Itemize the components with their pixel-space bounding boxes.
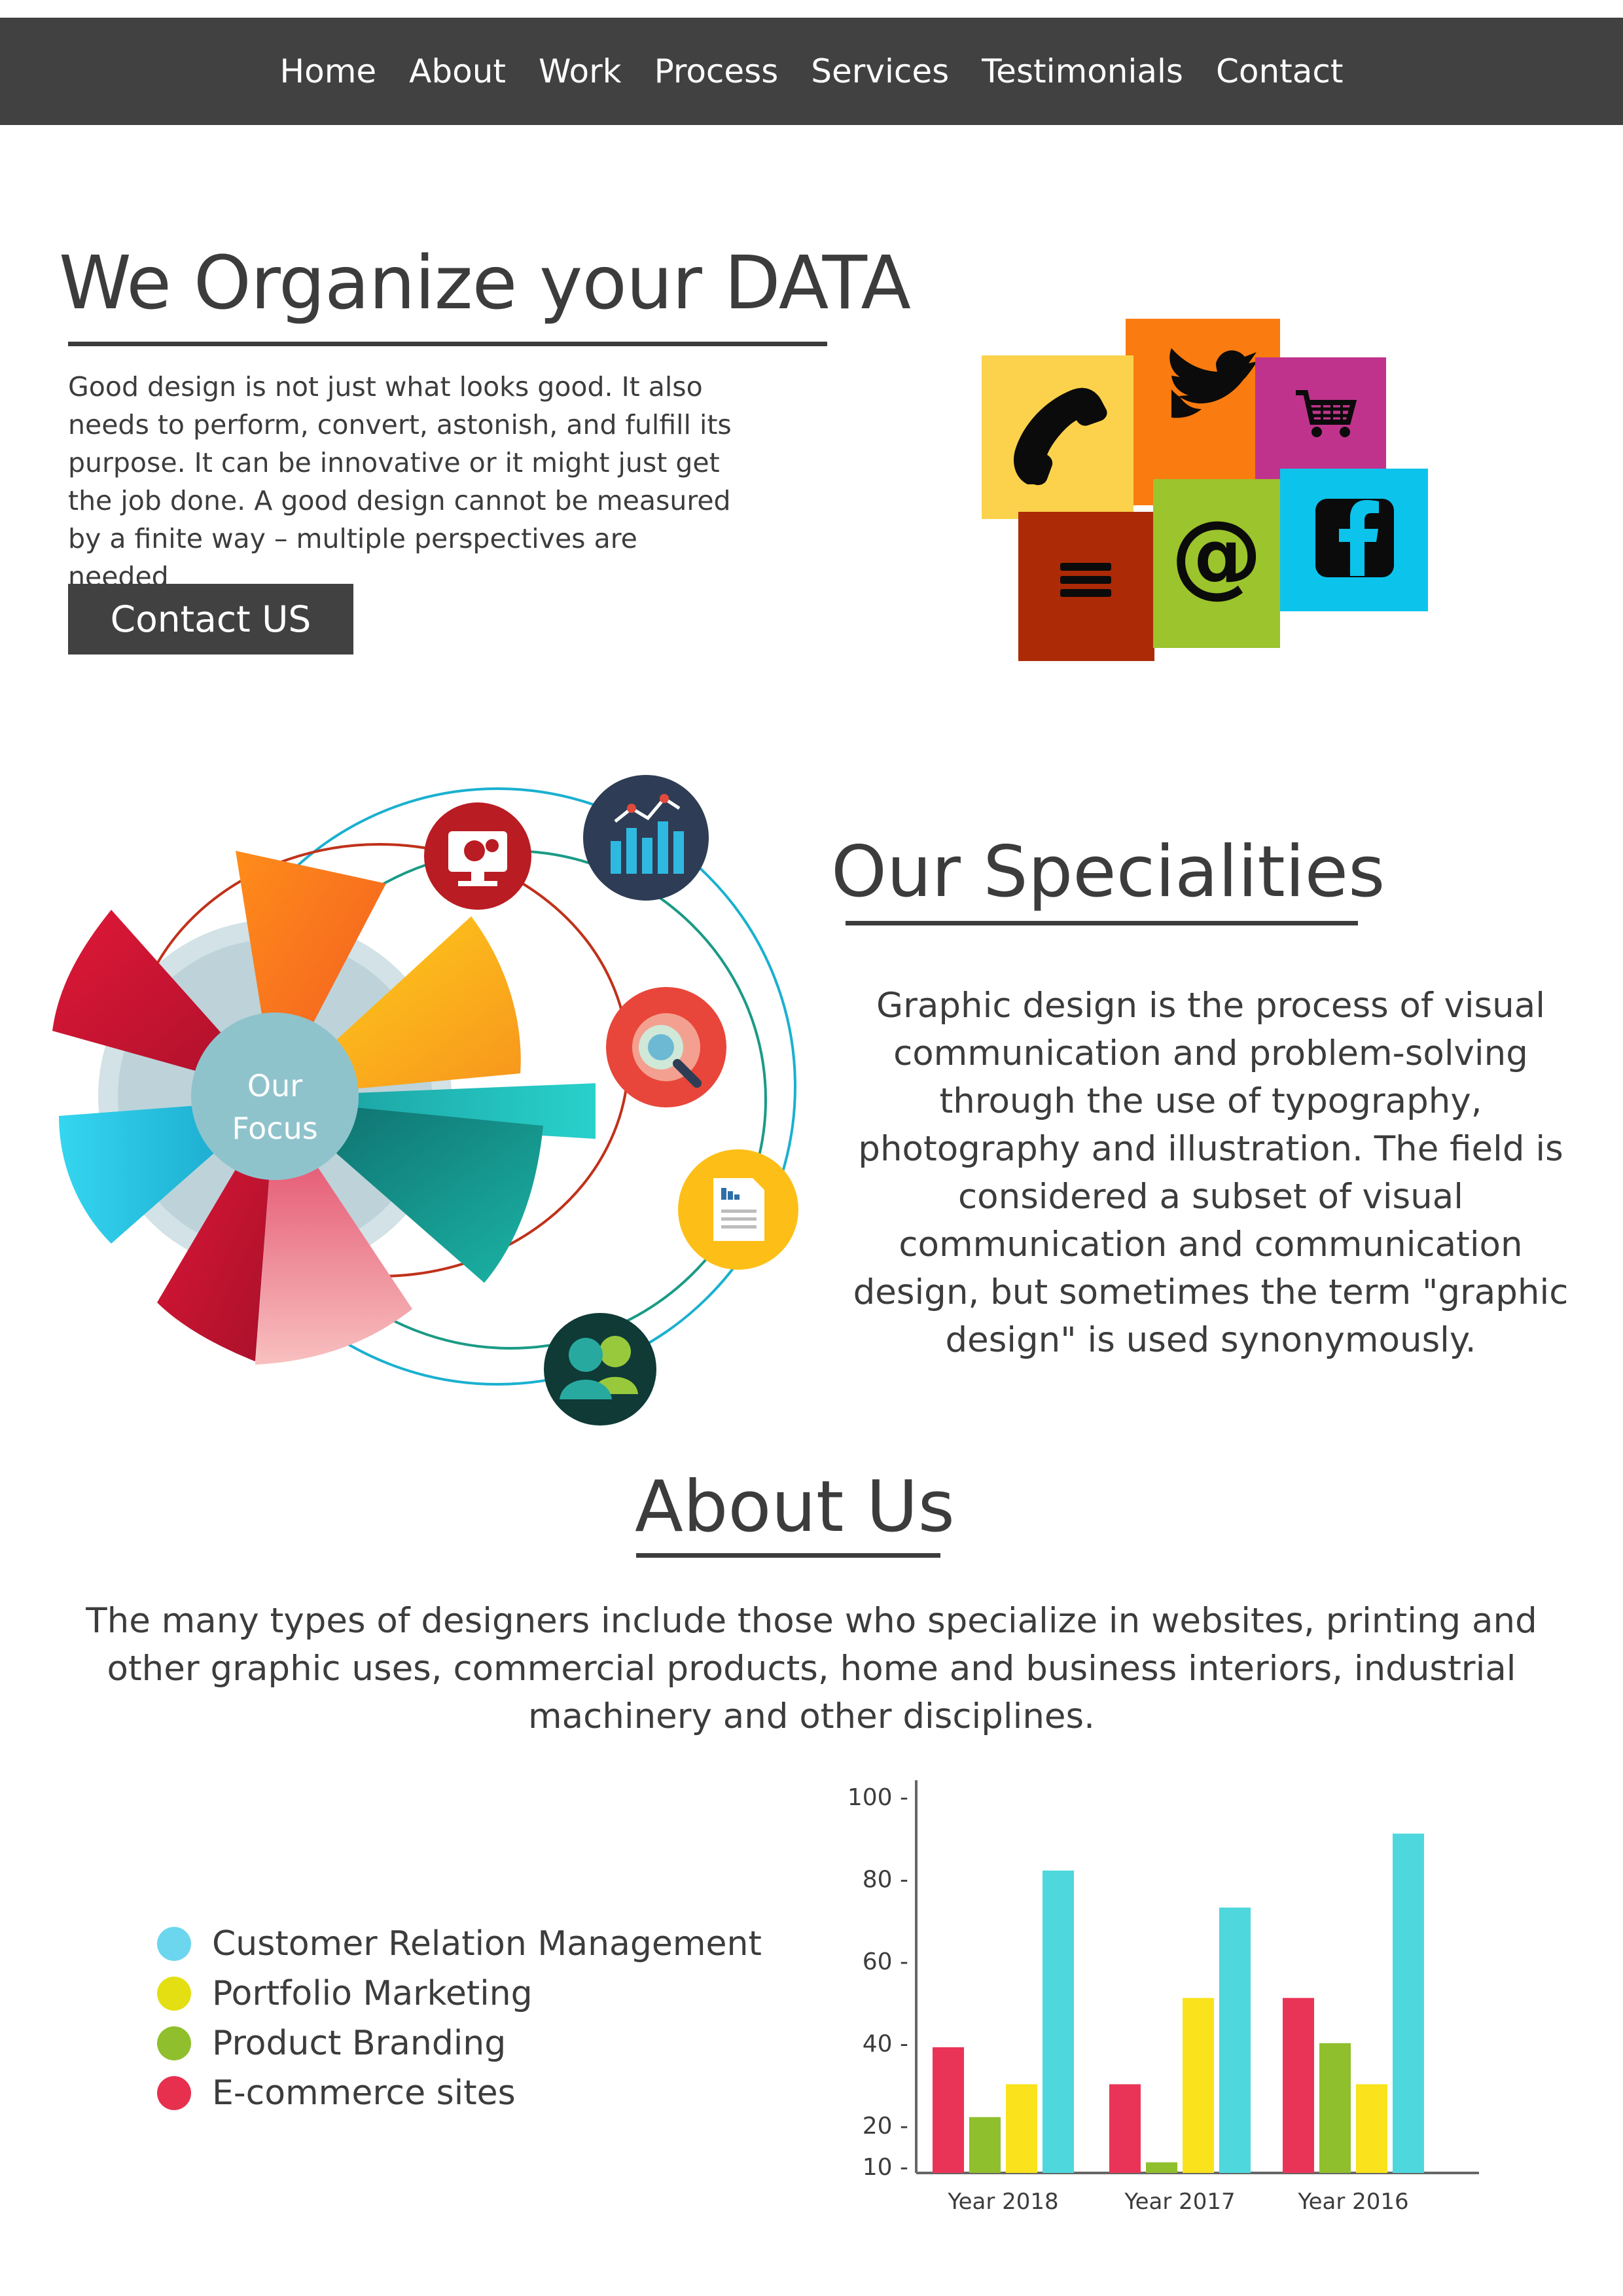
chart-bar [1219,1907,1251,2173]
legend-label: Portfolio Marketing [212,1974,533,2013]
legend-dot [157,1977,191,2011]
about-title-underline [636,1553,940,1558]
document-icon [678,1149,798,1270]
legend-dot [157,1927,191,1961]
chart-y-tick-label: 60 - [863,1948,908,1975]
chart-bar [933,2047,964,2173]
chart-x-tick-label: Year 2018 [947,2189,1058,2215]
chart-bar [1146,2162,1177,2173]
chart-bar [1356,2084,1387,2173]
nav-item-about[interactable]: About [408,52,507,90]
legend-dot [157,2026,191,2060]
chart-y-tick-label: 80 - [863,1867,908,1893]
social-tiles-graphic: @ [982,319,1428,661]
services-bar-chart: 100 - 80 - 60 - 40 - 20 - 10 - Year 2018 Year 2… [847,1780,1479,2215]
specialities-title: Our Specialities [831,831,1385,913]
chart-bar [1319,2043,1351,2173]
at-icon[interactable]: @ [1153,479,1280,648]
legend-item: Portfolio Marketing [157,1969,798,2018]
legend-label: Product Branding [212,2024,507,2063]
about-title: About Us [635,1466,955,1548]
our-focus-graphic: Our Focus [52,775,798,1426]
chart-bar [1183,1998,1214,2173]
legend-item: Product Branding [157,2018,798,2068]
contact-us-button[interactable]: Contact US [68,584,353,655]
chart-y-tick-label: 40 - [863,2031,908,2058]
chart-y-tick-label: 100 - [847,1784,908,1811]
chart-legend: Customer Relation Management Portfolio Ma… [157,1919,798,2118]
settings-monitor-icon [424,802,531,910]
chart-bar [1393,1833,1424,2173]
phone-icon[interactable] [982,355,1133,519]
legend-item: E-commerce sites [157,2068,798,2118]
legend-label: E-commerce sites [212,2073,516,2113]
hero-title-underline [68,342,827,346]
bar-chart-icon [583,775,709,901]
svg-text:@: @ [1171,501,1262,608]
legend-item: Customer Relation Management [157,1919,798,1969]
facebook-icon[interactable] [1280,469,1428,611]
chart-bar [1006,2084,1037,2173]
nav-menu: Home About Work Process Services Testimonials… [0,18,1623,125]
menu-icon[interactable] [1018,512,1154,661]
focus-center-line1: Our [247,1068,302,1103]
specialities-description: Graphic design is the process of visual … [853,986,1569,1360]
legend-label: Customer Relation Management [212,1924,762,1964]
legend-dot [157,2076,191,2110]
chart-y-tick-label: 20 - [863,2113,908,2140]
specialities-title-underline [846,921,1358,925]
chart-x-tick-label: Year 2016 [1297,2189,1408,2215]
chart-bar [1043,1871,1074,2173]
hero-description: Good design is not just what looks good.… [68,371,732,592]
chart-bar [969,2117,1001,2173]
focus-center-line2: Focus [232,1111,317,1146]
about-description: The many types of designers include thos… [86,1601,1537,1736]
nav-item-contact[interactable]: Contact [1215,52,1345,90]
chart-bar [1109,2084,1141,2173]
search-chart-icon [606,987,726,1107]
chart-bar [1283,1998,1314,2173]
hero-title: We Organize your DATA [59,241,911,326]
users-icon [544,1313,656,1426]
chart-x-tick-label: Year 2017 [1124,2189,1235,2215]
nav-item-home[interactable]: Home [279,52,378,90]
nav-item-work[interactable]: Work [537,52,623,90]
nav-item-process[interactable]: Process [653,52,780,90]
top-navbar: Home About Work Process Services Testimonials… [0,18,1623,125]
chart-y-tick-label: 10 - [863,2154,908,2181]
nav-item-services[interactable]: Services [810,52,950,90]
nav-item-testimonials[interactable]: Testimonials [980,52,1185,90]
